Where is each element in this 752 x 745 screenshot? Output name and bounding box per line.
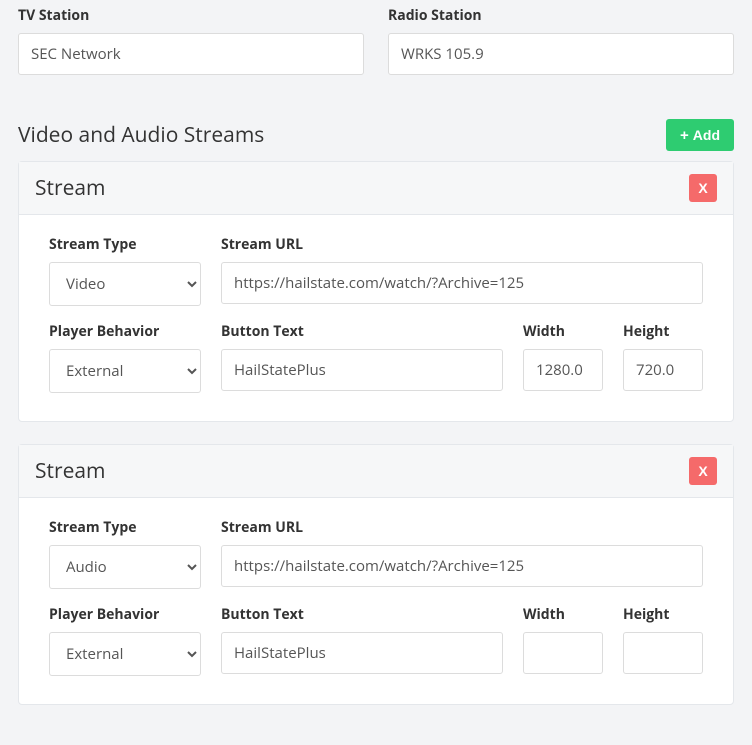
player-behavior-label: Player Behavior xyxy=(49,605,201,624)
button-text-label: Button Text xyxy=(221,605,503,624)
height-input[interactable] xyxy=(623,349,703,391)
height-input[interactable] xyxy=(623,632,703,674)
height-label: Height xyxy=(623,322,703,341)
tv-station-input[interactable] xyxy=(18,33,364,75)
stream-url-input[interactable] xyxy=(221,262,703,304)
width-label: Width xyxy=(523,322,603,341)
button-text-label: Button Text xyxy=(221,322,503,341)
player-behavior-select[interactable]: External xyxy=(49,632,201,676)
button-text-input[interactable] xyxy=(221,349,503,391)
player-behavior-select[interactable]: External xyxy=(49,349,201,393)
stream-url-input[interactable] xyxy=(221,545,703,587)
stream-panel-title: Stream xyxy=(35,457,106,485)
tv-station-label: TV Station xyxy=(18,6,364,25)
stream-type-select[interactable]: Audio xyxy=(49,545,201,589)
height-label: Height xyxy=(623,605,703,624)
width-input[interactable] xyxy=(523,349,603,391)
stream-url-label: Stream URL xyxy=(221,518,703,537)
add-button-label: Add xyxy=(693,127,720,143)
button-text-input[interactable] xyxy=(221,632,503,674)
player-behavior-label: Player Behavior xyxy=(49,322,201,341)
width-input[interactable] xyxy=(523,632,603,674)
width-label: Width xyxy=(523,605,603,624)
radio-station-input[interactable] xyxy=(388,33,734,75)
plus-icon: + xyxy=(680,128,689,143)
stream-panel: Stream X Stream Type Audio Stream URL Pl… xyxy=(18,444,734,705)
stream-type-label: Stream Type xyxy=(49,518,201,537)
stream-type-label: Stream Type xyxy=(49,235,201,254)
delete-stream-button[interactable]: X xyxy=(689,174,717,202)
streams-section-title: Video and Audio Streams xyxy=(18,121,264,149)
stream-panel-title: Stream xyxy=(35,174,106,202)
delete-stream-button[interactable]: X xyxy=(689,457,717,485)
stream-url-label: Stream URL xyxy=(221,235,703,254)
add-stream-button[interactable]: + Add xyxy=(666,119,734,151)
stream-panel: Stream X Stream Type Video Stream URL Pl… xyxy=(18,161,734,422)
stream-type-select[interactable]: Video xyxy=(49,262,201,306)
radio-station-label: Radio Station xyxy=(388,6,734,25)
